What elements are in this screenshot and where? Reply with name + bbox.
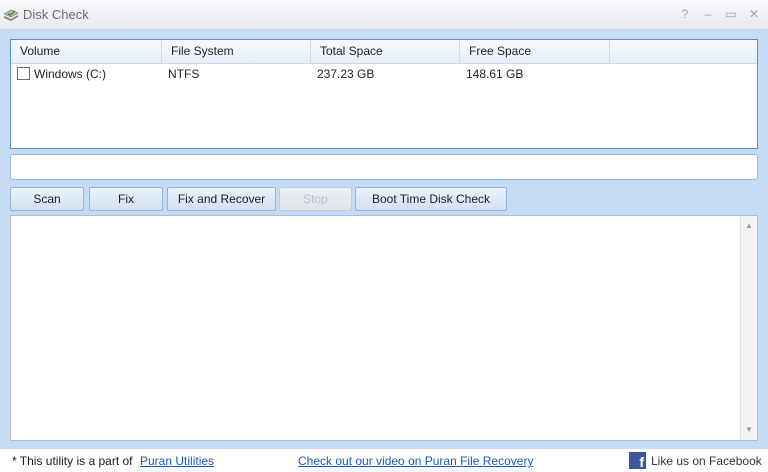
file-system-value: NTFS (168, 67, 200, 81)
window-title: Disk Check (23, 7, 89, 22)
fix-and-recover-button[interactable]: Fix and Recover (167, 187, 276, 211)
volume-list[interactable]: Volume File System Total Space Free Spac… (10, 39, 758, 149)
facebook-link[interactable]: Like us on Facebook (651, 454, 762, 468)
status-bar: * This utility is a part of Puran Utilit… (0, 448, 768, 472)
stop-button[interactable]: Stop (279, 187, 352, 211)
total-space-value: 237.23 GB (317, 67, 375, 81)
vertical-scrollbar[interactable]: ▲ ▼ (740, 216, 757, 440)
facebook-icon[interactable]: f (629, 452, 646, 469)
title-bar: Disk Check ? – ▭ ✕ (0, 0, 768, 30)
column-header-empty (610, 40, 757, 63)
utility-note: * This utility is a part of (12, 454, 133, 468)
output-log[interactable]: ▲ ▼ (10, 215, 758, 441)
maximize-icon[interactable]: ▭ (724, 6, 738, 22)
volume-name: Windows (C:) (34, 67, 107, 81)
column-header-total-space[interactable]: Total Space (311, 40, 460, 63)
volume-checkbox[interactable] (17, 67, 30, 80)
fix-button[interactable]: Fix (89, 187, 163, 211)
column-header-file-system[interactable]: File System (162, 40, 311, 63)
free-space-value: 148.61 GB (466, 67, 524, 81)
minimize-icon[interactable]: – (701, 6, 715, 22)
disk-check-icon (3, 9, 19, 21)
puran-utilities-link[interactable]: Puran Utilities (140, 454, 214, 468)
table-row[interactable]: Windows (C:) NTFS 237.23 GB 148.61 GB (11, 65, 757, 83)
column-header-volume[interactable]: Volume (11, 40, 162, 63)
list-header: Volume File System Total Space Free Spac… (11, 40, 757, 64)
scroll-down-icon[interactable]: ▼ (741, 422, 757, 438)
path-field[interactable] (10, 154, 758, 180)
scroll-up-icon[interactable]: ▲ (741, 218, 757, 234)
column-header-free-space[interactable]: Free Space (460, 40, 610, 63)
video-link[interactable]: Check out our video on Puran File Recove… (298, 454, 533, 468)
close-icon[interactable]: ✕ (747, 6, 761, 22)
output-text (11, 216, 757, 224)
scan-button[interactable]: Scan (10, 187, 84, 211)
boot-time-disk-check-button[interactable]: Boot Time Disk Check (355, 187, 507, 211)
help-icon[interactable]: ? (678, 6, 692, 22)
